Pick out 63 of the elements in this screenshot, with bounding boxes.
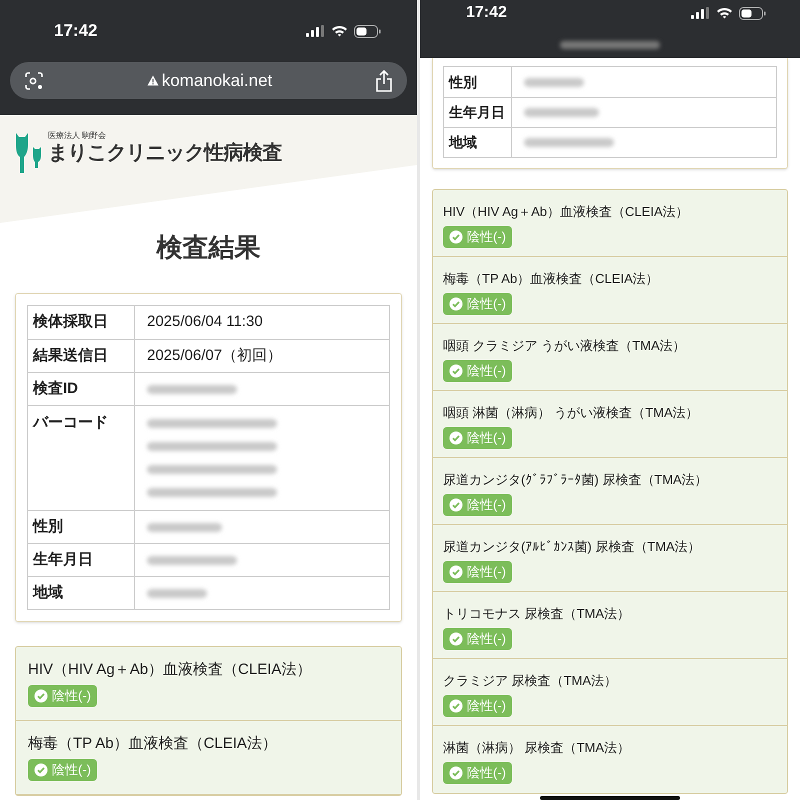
result-badge: 陰性(-) (443, 360, 512, 382)
result-badge: 陰性(-) (443, 561, 512, 583)
signal-icon (691, 7, 710, 19)
result-badge: 陰性(-) (28, 759, 97, 781)
check-circle-icon (449, 766, 463, 780)
status-time: 17:42 (54, 20, 98, 42)
row-label: 生年月日 (444, 98, 512, 127)
battery-icon (354, 24, 381, 38)
check-circle-icon (34, 689, 48, 703)
row-value: 2025/06/07（初回） (147, 346, 284, 366)
result-badge: 陰性(-) (443, 226, 512, 248)
test-name: 咽頭 クラミジア うがい液検査（TMA法） (443, 337, 687, 355)
test-name: 尿道カンジタ(ｱﾙﾋﾞｶﾝｽ菌) 尿検査（TMA法） (443, 538, 702, 556)
row-label: 結果送信日 (28, 340, 135, 372)
result-badge: 陰性(-) (443, 293, 512, 315)
test-name: HIV（HIV Ag＋Ab）血液検査（CLEIA法） (28, 660, 312, 680)
page-title: 検査結果 (155, 231, 262, 264)
battery-icon (739, 6, 766, 20)
share-icon (375, 70, 393, 92)
test-name: HIV（HIV Ag＋Ab）血液検査（CLEIA法） (443, 203, 690, 221)
result-badge: 陰性(-) (443, 494, 512, 516)
blurred-text (147, 588, 207, 598)
test-name: 尿道カンジタ(ｸﾞﾗﾌﾞﾗｰﾀ菌) 尿検査（TMA法） (443, 471, 709, 489)
row-label: 生年月日 (28, 544, 135, 576)
scan-icon (24, 70, 44, 90)
check-circle-icon (449, 565, 463, 579)
result-badge: 陰性(-) (28, 685, 97, 707)
row-value: 2025/06/04 11:30 (147, 312, 264, 332)
signal-icon (306, 25, 325, 37)
check-circle-icon (449, 498, 463, 512)
wifi-icon (331, 25, 348, 37)
test-name: 淋菌（淋病） 尿検査（TMA法） (443, 739, 632, 757)
row-label: 検体採取日 (28, 306, 135, 339)
row-label: 検査ID (28, 373, 135, 405)
test-name: 咽頭 淋菌（淋病） うがい液検査（TMA法） (443, 404, 700, 422)
test-name: トリコモナス 尿検査（TMA法） (443, 605, 632, 623)
logo-subtitle: 医療法人 駒野会 (48, 131, 108, 141)
wifi-icon (716, 7, 733, 19)
logo-title: まりこクリニック性病検査 (48, 141, 282, 165)
result-badge: 陰性(-) (443, 762, 512, 784)
test-name: クラミジア 尿検査（TMA法） (443, 672, 618, 690)
result-badge: 陰性(-) (443, 695, 512, 717)
url-text: komanokai.net (162, 70, 272, 92)
check-circle-icon (449, 364, 463, 378)
row-label: 性別 (28, 511, 135, 543)
blurred-text (524, 78, 584, 86)
check-circle-icon (449, 297, 463, 311)
check-circle-icon (449, 632, 463, 646)
row-label: バーコード (28, 406, 135, 510)
check-circle-icon (449, 699, 463, 713)
check-circle-icon (449, 431, 463, 445)
test-name: 梅毒（TP Ab）血液検査（CLEIA法） (443, 270, 660, 288)
row-label: 地域 (444, 128, 512, 157)
row-label: 地域 (28, 577, 135, 609)
cat-logo-icon (14, 131, 44, 175)
result-badge: 陰性(-) (443, 628, 512, 650)
check-circle-icon (449, 230, 463, 244)
row-label: 性別 (444, 67, 512, 97)
test-name: 梅毒（TP Ab）血液検査（CLEIA法） (28, 734, 278, 754)
status-time: 17:42 (466, 3, 507, 23)
result-badge: 陰性(-) (443, 427, 512, 449)
warning-icon (146, 75, 159, 86)
check-circle-icon (34, 763, 48, 777)
